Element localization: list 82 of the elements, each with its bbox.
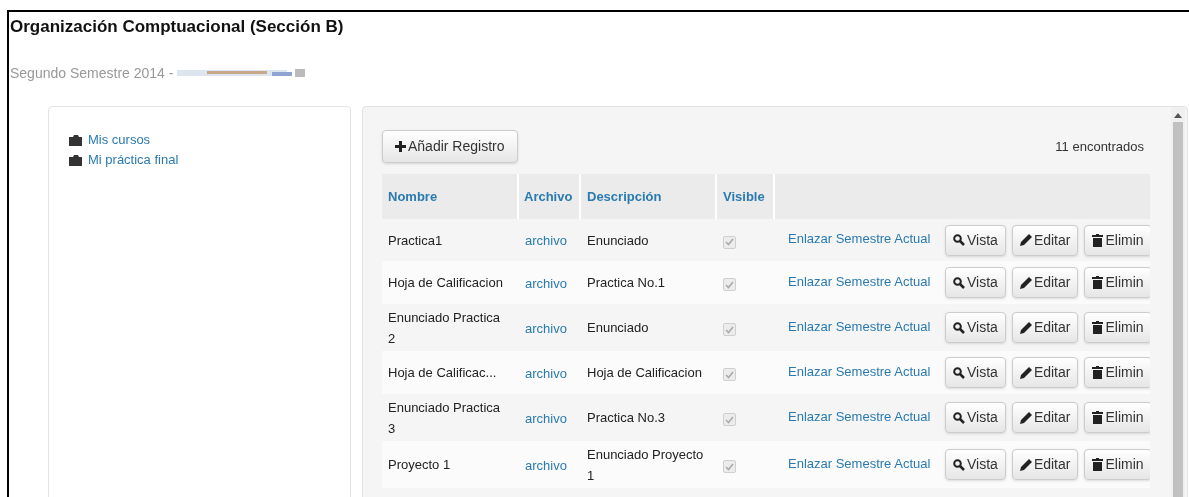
pencil-icon: [1019, 321, 1032, 334]
file-link[interactable]: archivo: [525, 365, 567, 381]
view-button[interactable]: Vista: [945, 402, 1006, 433]
file-link[interactable]: archivo: [525, 457, 567, 473]
edit-button[interactable]: Editar: [1011, 267, 1079, 298]
folder-icon: [69, 134, 82, 146]
visible-checkbox[interactable]: [723, 413, 736, 426]
sidebar-link[interactable]: Mi práctica final: [69, 151, 179, 169]
search-icon: [953, 276, 965, 289]
add-record-button[interactable]: Añadir Registro: [382, 130, 518, 163]
visible-checkbox[interactable]: [723, 278, 736, 291]
file-link[interactable]: archivo: [525, 275, 567, 291]
pencil-icon: [1019, 276, 1032, 289]
page-title: Organización Comptuacional (Sección B): [10, 17, 344, 37]
table-cell-text: Enunciado Practica 3: [388, 398, 501, 438]
column-header[interactable]: Descripción: [587, 186, 662, 207]
view-button[interactable]: Vista: [945, 224, 1006, 256]
trash-icon: [1092, 411, 1104, 424]
pencil-icon: [1019, 458, 1032, 471]
link-semester[interactable]: Enlazar Semestre Actual: [788, 231, 931, 246]
delete-button[interactable]: Elimin: [1084, 402, 1150, 433]
delete-button[interactable]: Elimin: [1084, 224, 1150, 256]
visible-checkbox[interactable]: [723, 460, 736, 473]
table-cell-text: Enunciado: [587, 231, 650, 250]
sidebar-link[interactable]: Mis cursos: [69, 131, 151, 149]
trash-icon: [1092, 233, 1104, 247]
delete-button[interactable]: Elimin: [1084, 267, 1150, 298]
scrollbar[interactable]: [1171, 107, 1185, 497]
visible-checkbox[interactable]: [723, 368, 736, 381]
plus-icon: [395, 141, 406, 152]
table-cell-text: Enunciado: [587, 319, 650, 337]
file-link[interactable]: archivo: [525, 233, 567, 248]
scrollbar-thumb[interactable]: [1173, 122, 1183, 497]
link-semester[interactable]: Enlazar Semestre Actual: [788, 408, 931, 424]
link-semester[interactable]: Enlazar Semestre Actual: [788, 363, 931, 379]
edit-button[interactable]: Editar: [1011, 449, 1079, 480]
table-cell-text: Practica1: [388, 231, 444, 250]
delete-button[interactable]: Elimin: [1084, 312, 1150, 343]
view-button[interactable]: Vista: [945, 357, 1006, 388]
table-cell-text: Hoja de Calificacion: [587, 364, 703, 382]
trash-icon: [1092, 366, 1104, 379]
search-icon: [953, 366, 965, 379]
pencil-icon: [1019, 411, 1032, 424]
table-cell-text: Enunciado Practica 2: [388, 308, 501, 348]
edit-button[interactable]: Editar: [1011, 312, 1079, 343]
delete-button[interactable]: Elimin: [1084, 357, 1150, 388]
view-button[interactable]: Vista: [945, 449, 1006, 480]
link-semester[interactable]: Enlazar Semestre Actual: [788, 455, 931, 471]
search-icon: [953, 458, 965, 471]
search-icon: [953, 411, 965, 424]
column-header[interactable]: Nombre: [388, 186, 438, 207]
edit-button[interactable]: Editar: [1011, 357, 1079, 388]
view-button[interactable]: Vista: [945, 312, 1006, 343]
table-cell-text: Enunciado Proyecto 1: [587, 445, 705, 485]
table-cell-text: Proyecto 1: [388, 456, 452, 474]
link-semester[interactable]: Enlazar Semestre Actual: [788, 273, 931, 289]
results-count: 11 encontrados: [1055, 137, 1144, 156]
pencil-icon: [1019, 366, 1032, 379]
page-subtitle: Segundo Semestre 2014 -: [10, 63, 174, 83]
file-link[interactable]: archivo: [525, 410, 567, 426]
visible-checkbox[interactable]: [723, 323, 736, 336]
trash-icon: [1092, 276, 1104, 289]
table-cell-text: Hoja de Calificacion: [388, 274, 504, 292]
search-icon: [953, 321, 965, 334]
search-icon: [953, 234, 965, 246]
column-header[interactable]: Archivo: [524, 186, 573, 207]
edit-button[interactable]: Editar: [1011, 224, 1079, 256]
view-button[interactable]: Vista: [945, 267, 1006, 298]
trash-icon: [1092, 458, 1104, 471]
table-cell-text: Practica No.3: [587, 409, 667, 427]
trash-icon: [1092, 321, 1104, 334]
folder-icon: [69, 154, 82, 166]
scroll-up-icon[interactable]: [1174, 113, 1182, 118]
table-cell-text: Hoja de Calificac...: [388, 364, 498, 382]
pencil-icon: [1019, 234, 1032, 246]
file-link[interactable]: archivo: [525, 320, 567, 336]
edit-button[interactable]: Editar: [1011, 402, 1079, 433]
table-cell-text: Practica No.1: [587, 274, 667, 292]
link-semester[interactable]: Enlazar Semestre Actual: [788, 318, 931, 334]
delete-button[interactable]: Elimin: [1084, 449, 1150, 480]
visible-checkbox[interactable]: [723, 235, 736, 249]
column-header[interactable]: Visible: [723, 186, 765, 207]
